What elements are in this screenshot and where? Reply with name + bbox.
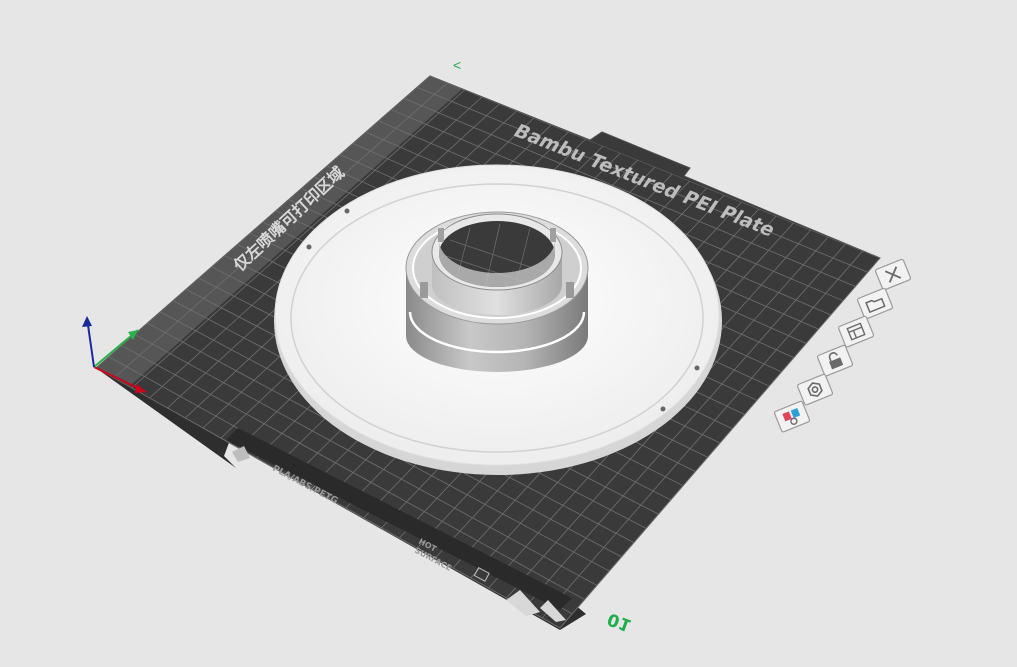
hub-notch xyxy=(420,282,428,298)
hub-notch xyxy=(550,228,556,242)
3d-viewport[interactable]: Bambu Textured PEI Plate 仅左喷嘴可打印区域 PLA/A… xyxy=(0,0,1017,667)
filament-map-button[interactable] xyxy=(774,400,811,433)
lock-plate-button[interactable] xyxy=(817,344,854,377)
import-to-plate-button[interactable] xyxy=(857,287,894,320)
disk-hole xyxy=(306,244,312,250)
arrange-plate-button[interactable] xyxy=(838,315,875,348)
hub-notch xyxy=(438,228,444,242)
hub-notch xyxy=(566,282,574,298)
disk-hole xyxy=(660,406,666,412)
plate-settings-button[interactable] xyxy=(797,373,834,406)
model-object[interactable] xyxy=(274,164,722,475)
disk-hole xyxy=(694,365,700,371)
delete-plate-button[interactable] xyxy=(875,258,912,291)
disk-hole xyxy=(344,208,350,214)
plate-number-label: 01 xyxy=(605,608,634,635)
axis-z-arrow xyxy=(82,316,92,327)
corner-marker: < xyxy=(453,57,461,73)
